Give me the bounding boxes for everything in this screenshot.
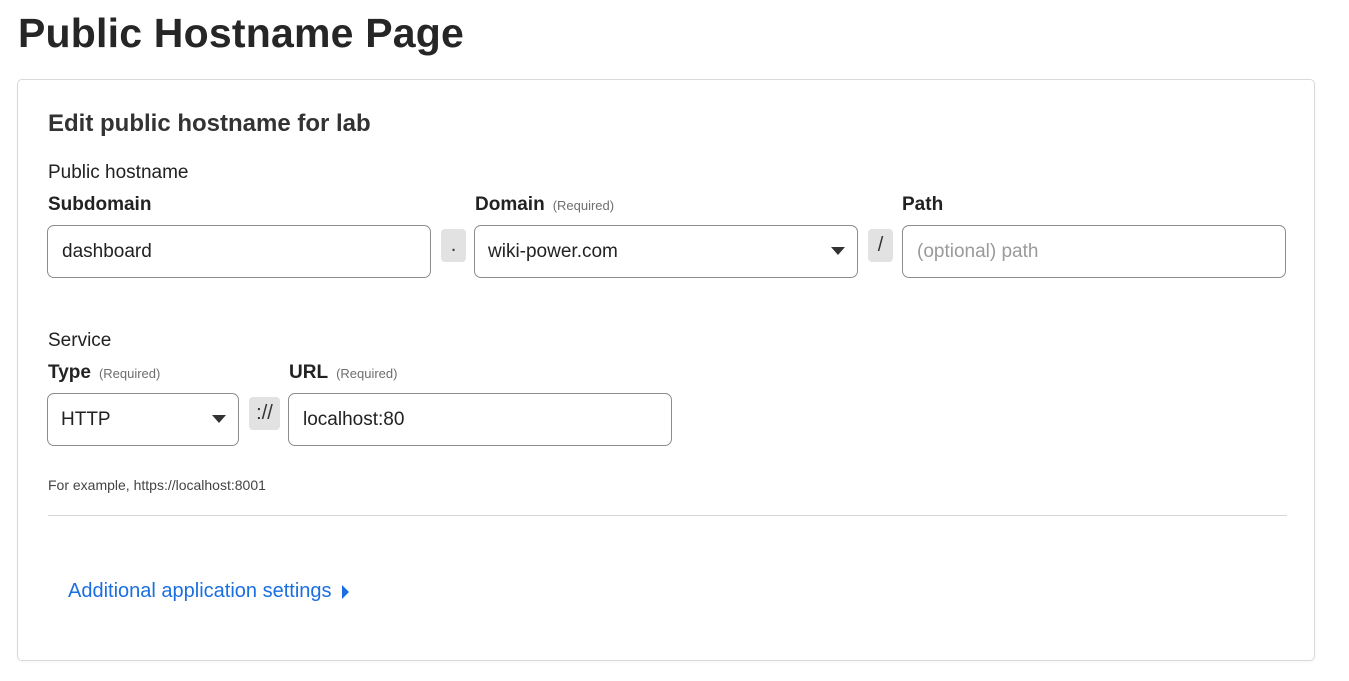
- service-help-text: For example, https://localhost:8001: [48, 477, 266, 493]
- service-type-select[interactable]: HTTP: [47, 393, 239, 446]
- url-label-text: URL: [289, 362, 329, 383]
- divider: [48, 515, 1287, 516]
- domain-label-text: Domain: [475, 194, 545, 215]
- service-type-selected-value: HTTP: [61, 408, 111, 430]
- domain-required-hint: (Required): [552, 198, 615, 213]
- type-label: Type (Required): [48, 362, 160, 384]
- domain-select[interactable]: wiki-power.com: [474, 225, 858, 278]
- type-required-hint: (Required): [98, 366, 161, 381]
- subdomain-label-text: Subdomain: [48, 194, 152, 215]
- url-required-hint: (Required): [336, 366, 398, 381]
- chevron-down-icon: [212, 415, 226, 423]
- scheme-separator: ://: [249, 397, 280, 430]
- caret-right-icon: [341, 584, 349, 599]
- chevron-down-icon: [831, 247, 845, 255]
- path-input[interactable]: [902, 225, 1286, 278]
- additional-settings-label: Additional application settings: [68, 580, 332, 602]
- path-label-text: Path: [902, 194, 944, 215]
- url-label: URL (Required): [289, 362, 397, 384]
- subdomain-input[interactable]: [47, 225, 431, 278]
- service-url-input[interactable]: [288, 393, 672, 446]
- subdomain-label: Subdomain: [48, 194, 151, 216]
- page-title: Public Hostname Page: [18, 10, 465, 56]
- additional-settings-link[interactable]: Additional application settings: [68, 580, 349, 603]
- path-label: Path: [902, 194, 943, 216]
- type-label-text: Type: [48, 362, 91, 383]
- domain-label: Domain (Required): [475, 194, 614, 216]
- public-hostname-section-label: Public hostname: [48, 162, 189, 183]
- slash-separator: /: [868, 229, 893, 262]
- edit-hostname-card: Edit public hostname for lab Public host…: [17, 79, 1315, 661]
- dot-separator: .: [441, 229, 466, 262]
- card-title: Edit public hostname for lab: [48, 110, 371, 137]
- domain-selected-value: wiki-power.com: [488, 240, 618, 262]
- service-section-label: Service: [48, 330, 112, 351]
